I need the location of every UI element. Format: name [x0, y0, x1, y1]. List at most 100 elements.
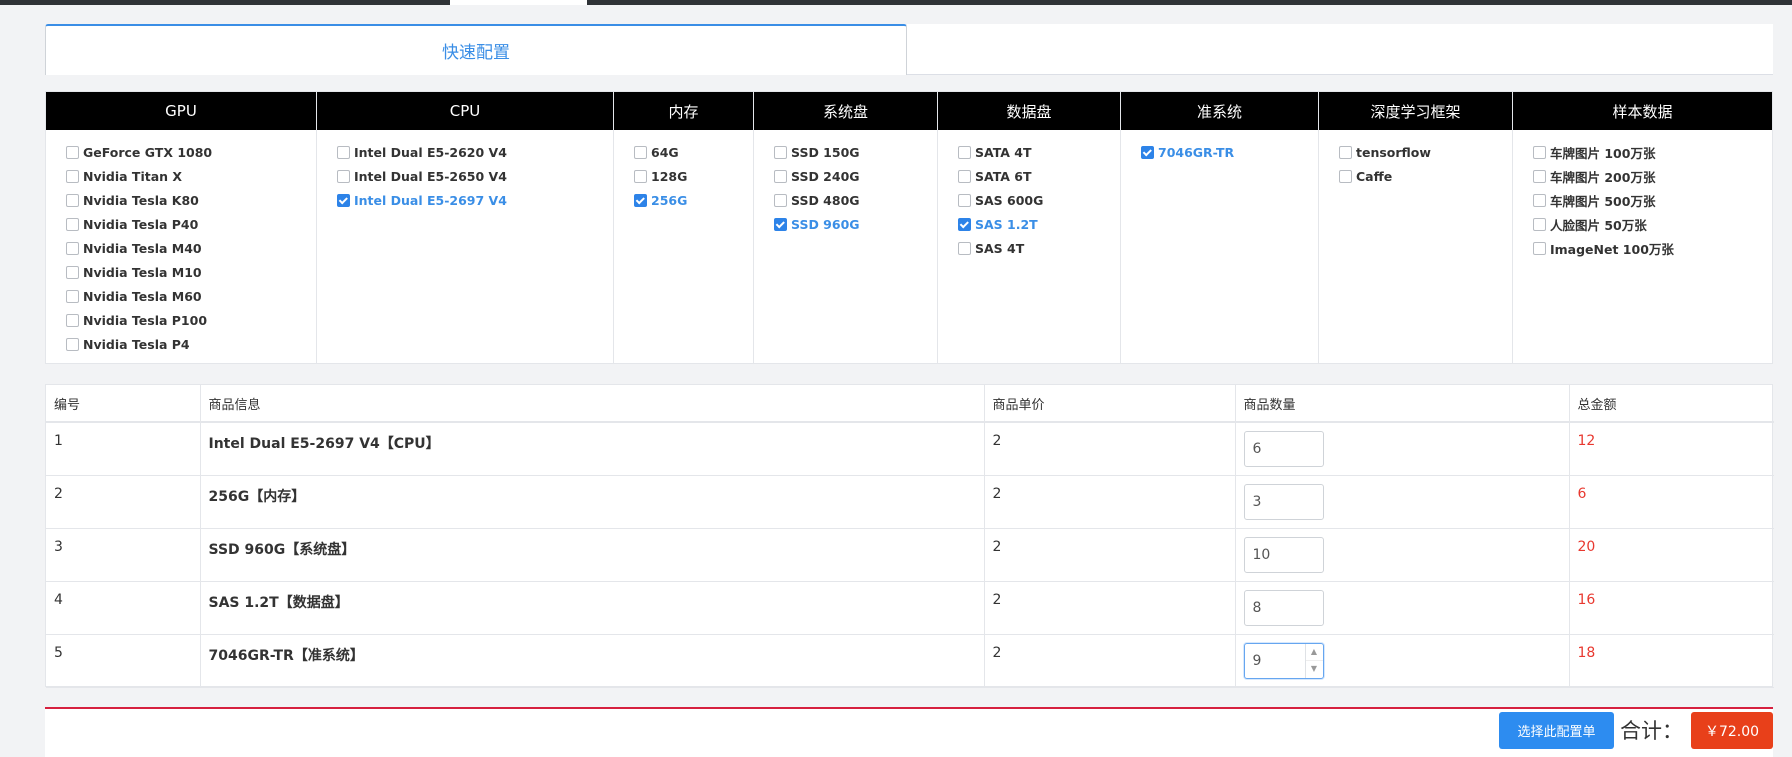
option-item[interactable]: Nvidia Tesla M10	[66, 260, 316, 284]
option-item[interactable]: ImageNet 100万张	[1533, 236, 1772, 260]
checkbox[interactable]	[66, 313, 79, 327]
checkbox[interactable]	[66, 169, 79, 183]
checkbox[interactable]	[958, 145, 971, 159]
checkbox[interactable]	[958, 241, 971, 255]
checkbox-checked[interactable]	[337, 193, 350, 207]
quantity-stepper[interactable]: ▲ ▼	[1243, 642, 1324, 679]
option-item[interactable]: SSD 240G	[774, 164, 937, 188]
table-row: 2 256G【内存】 2 6	[46, 475, 1774, 529]
checkbox[interactable]	[1533, 217, 1546, 231]
checkbox[interactable]	[958, 169, 971, 183]
option-item[interactable]: SATA 6T	[958, 164, 1120, 188]
checkbox[interactable]	[337, 169, 350, 183]
header-total: 总金额	[1569, 385, 1774, 423]
option-item[interactable]: 车牌图片 100万张	[1533, 140, 1772, 164]
option-item[interactable]: Nvidia Tesla P40	[66, 212, 316, 236]
tab-quick-config[interactable]: 快速配置	[45, 24, 907, 75]
quantity-input[interactable]	[1243, 483, 1324, 520]
checkbox[interactable]	[337, 145, 350, 159]
option-label: Intel Dual E5-2697 V4	[354, 192, 507, 208]
option-item[interactable]: SAS 1.2T	[958, 212, 1120, 236]
option-item[interactable]: Nvidia Titan X	[66, 164, 316, 188]
header-info: 商品信息	[200, 385, 985, 423]
row-total: 20	[1569, 528, 1774, 582]
option-item[interactable]: 人脸图片 50万张	[1533, 212, 1772, 236]
row-price: 2	[984, 634, 1236, 688]
option-item[interactable]: Intel Dual E5-2697 V4	[337, 188, 613, 212]
chevron-up-icon[interactable]: ▲	[1305, 644, 1323, 661]
option-item[interactable]: 128G	[634, 164, 753, 188]
checkbox-checked[interactable]	[958, 217, 971, 231]
checkbox[interactable]	[774, 193, 787, 207]
chevron-down-icon[interactable]: ▼	[1306, 661, 1323, 678]
checkbox[interactable]	[634, 169, 647, 183]
option-item[interactable]: 7046GR-TR	[1141, 140, 1318, 164]
option-label: 7046GR-TR	[1158, 144, 1235, 160]
option-item[interactable]: SATA 4T	[958, 140, 1120, 164]
checkbox[interactable]	[774, 169, 787, 183]
option-item[interactable]: SSD 960G	[774, 212, 937, 236]
row-price: 2	[984, 475, 1236, 529]
row-price: 2	[984, 528, 1236, 582]
option-item[interactable]: Nvidia Tesla M60	[66, 284, 316, 308]
header-price: 商品单价	[984, 385, 1236, 423]
option-label: Caffe	[1356, 168, 1393, 184]
checkbox[interactable]	[66, 289, 79, 303]
checkbox[interactable]	[1533, 169, 1546, 183]
checkbox-checked[interactable]	[1141, 145, 1154, 159]
choose-config-button[interactable]: 选择此配置单	[1499, 712, 1614, 749]
row-price: 2	[984, 422, 1236, 476]
option-label: Nvidia Tesla K80	[83, 192, 199, 208]
checkbox[interactable]	[1533, 145, 1546, 159]
option-item[interactable]: Nvidia Tesla P100	[66, 308, 316, 332]
option-label: Nvidia Titan X	[83, 168, 183, 184]
cart-table-panel: 编号 商品信息 商品单价 商品数量 总金额 1 Intel Dual E5-26…	[45, 384, 1774, 688]
option-item[interactable]: 车牌图片 500万张	[1533, 188, 1772, 212]
option-list: SSD 150G SSD 240G SSD 480G SSD 960G	[754, 130, 937, 236]
checkbox[interactable]	[66, 193, 79, 207]
checkbox[interactable]	[66, 265, 79, 279]
option-item[interactable]: Nvidia Tesla P4	[66, 332, 316, 356]
option-item[interactable]: 车牌图片 200万张	[1533, 164, 1772, 188]
table-header-row: 编号 商品信息 商品单价 商品数量 总金额	[46, 385, 1774, 423]
checkbox[interactable]	[1533, 193, 1546, 207]
checkbox[interactable]	[1533, 241, 1546, 255]
checkbox[interactable]	[958, 193, 971, 207]
option-label: 人脸图片 50万张	[1550, 217, 1647, 233]
option-item[interactable]: Nvidia Tesla K80	[66, 188, 316, 212]
row-info: SAS 1.2T【数据盘】	[200, 581, 985, 635]
option-item[interactable]: 64G	[634, 140, 753, 164]
quantity-input[interactable]	[1243, 589, 1324, 626]
checkbox-checked[interactable]	[634, 193, 647, 207]
checkbox[interactable]	[66, 217, 79, 231]
row-total: 6	[1569, 475, 1774, 529]
config-column-data-disk: 数据盘 SATA 4T SATA 6T SAS 600G SAS 1.2T SA…	[938, 92, 1121, 363]
checkbox-checked[interactable]	[774, 217, 787, 231]
sum-label: 合计：	[1620, 719, 1683, 743]
checkbox[interactable]	[774, 145, 787, 159]
option-item[interactable]: Intel Dual E5-2650 V4	[337, 164, 613, 188]
option-item[interactable]: SAS 600G	[958, 188, 1120, 212]
option-item[interactable]: SSD 480G	[774, 188, 937, 212]
checkbox[interactable]	[1339, 145, 1352, 159]
column-header: 系统盘	[754, 92, 937, 130]
option-item[interactable]: Caffe	[1339, 164, 1512, 188]
option-item[interactable]: GeForce GTX 1080	[66, 140, 316, 164]
option-list: 7046GR-TR	[1121, 130, 1318, 164]
option-item[interactable]: Intel Dual E5-2620 V4	[337, 140, 613, 164]
checkbox[interactable]	[66, 145, 79, 159]
option-item[interactable]: SSD 150G	[774, 140, 937, 164]
quantity-input[interactable]	[1243, 536, 1324, 573]
checkbox[interactable]	[66, 337, 79, 351]
quantity-input[interactable]	[1243, 431, 1324, 467]
option-item[interactable]: SAS 4T	[958, 236, 1120, 260]
checkbox[interactable]	[1339, 169, 1352, 183]
row-info: SSD 960G【系统盘】	[200, 528, 985, 582]
option-item[interactable]: Nvidia Tesla M40	[66, 236, 316, 260]
option-label: SSD 480G	[791, 192, 860, 208]
top-nav-bar	[0, 0, 1792, 5]
option-item[interactable]: 256G	[634, 188, 753, 212]
checkbox[interactable]	[66, 241, 79, 255]
option-item[interactable]: tensorflow	[1339, 140, 1512, 164]
checkbox[interactable]	[634, 145, 647, 159]
